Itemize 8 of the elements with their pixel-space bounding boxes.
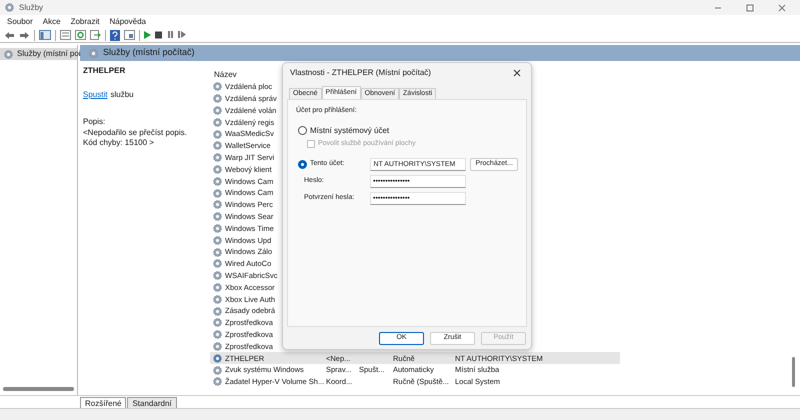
option-label: Místní systémový účet	[310, 124, 390, 136]
action-text: službu	[110, 89, 134, 101]
description-text: <Nepodařilo se přečíst popis. Kód chyby: 15100 >	[83, 128, 188, 148]
window-title: Služby	[19, 2, 44, 14]
service-name: ZTHELPER	[83, 65, 126, 77]
description-label: Popis:	[83, 116, 106, 128]
dialog-title: Vlastnosti - ZTHELPER (Místní počítač)	[290, 66, 431, 78]
panel-title: Služby (místní počítač)	[103, 46, 195, 60]
